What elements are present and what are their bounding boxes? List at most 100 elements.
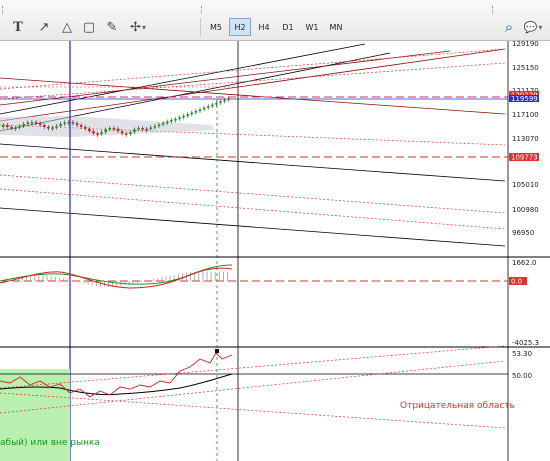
candle: [100, 132, 103, 134]
text-tool-icon[interactable]: T: [9, 18, 27, 36]
candle: [47, 126, 50, 129]
candle: [215, 103, 218, 105]
signal-marker: [215, 349, 219, 353]
brush-tool-icon[interactable]: ✎: [103, 18, 121, 36]
rsi-panel[interactable]: 53.30 50.00 Отрицательная область абый) …: [0, 345, 532, 461]
price-label: 105010: [512, 181, 539, 189]
candle: [211, 104, 214, 107]
level-price-tag: 109773: [511, 154, 538, 162]
candle: [14, 127, 17, 130]
arrow-tool-icon[interactable]: ↗: [35, 18, 53, 36]
candle: [137, 128, 140, 130]
candle: [96, 133, 99, 135]
timeframe-w1-button[interactable]: W1: [301, 18, 323, 36]
negative-zone-note: Отрицательная область: [400, 401, 515, 411]
candle: [2, 125, 5, 127]
candle: [26, 122, 30, 124]
candle: [178, 117, 181, 119]
shapes-tool-dropdown-icon[interactable]: ✢: [125, 18, 151, 36]
rsi-trendlines[interactable]: [0, 345, 506, 429]
timeframe-h4-button[interactable]: H4: [253, 18, 275, 36]
candle: [174, 119, 177, 121]
rsi-top-label: 53.30: [512, 350, 532, 358]
candle: [129, 132, 132, 134]
toolbar-grip[interactable]: [201, 6, 206, 14]
price-label: 125150: [512, 64, 539, 72]
candle: [202, 107, 206, 110]
candle: [194, 111, 198, 113]
candle: [84, 127, 87, 129]
candle: [92, 131, 95, 134]
candle: [22, 123, 25, 127]
candle: [149, 127, 153, 129]
price-label: 117100: [512, 111, 539, 119]
main-panel-bg: [0, 41, 508, 257]
price-label: 100980: [512, 206, 539, 214]
price-label: 96950: [512, 229, 534, 237]
candle: [79, 125, 83, 128]
candle: [207, 106, 210, 108]
candle: [34, 122, 38, 124]
bid-price-tag: 119599: [511, 95, 538, 103]
candle: [120, 131, 124, 134]
timeframe-d1-button[interactable]: D1: [277, 18, 299, 36]
timeframe-h2-button[interactable]: H2: [229, 18, 251, 36]
candle: [6, 125, 9, 127]
candle: [186, 114, 189, 116]
price-label: 129190: [512, 41, 539, 48]
candle: [190, 112, 194, 115]
candle: [88, 128, 91, 132]
timeframe-m5-button[interactable]: M5: [205, 18, 227, 36]
market-note: абый) или вне рынка: [0, 438, 100, 448]
chart-toolbar: T ↗ △ ▢ ✎ ✢ M5 H2 H4 D1 W1 MN ⌕ 💬: [0, 0, 550, 41]
candle: [145, 128, 148, 131]
candle: [227, 98, 230, 100]
candle: [30, 122, 34, 124]
price-axis-bg: [508, 41, 550, 461]
trading-terminal-window: T ↗ △ ▢ ✎ ✢ M5 H2 H4 D1 W1 MN ⌕ 💬: [0, 0, 550, 461]
candle: [133, 129, 136, 133]
timeframe-mn-button[interactable]: MN: [325, 18, 347, 36]
candle: [75, 123, 79, 126]
rectangle-tool-icon[interactable]: ▢: [80, 18, 98, 36]
candle: [104, 129, 107, 133]
candle: [161, 123, 165, 125]
candle: [63, 122, 66, 124]
candle: [43, 125, 46, 127]
macd-zero-tag: 0.0: [511, 278, 522, 286]
candle: [182, 115, 185, 118]
candle: [198, 109, 202, 111]
toolbar-grip[interactable]: [492, 6, 497, 14]
macd-panel[interactable]: 1662.0 0.0 -4025.3: [0, 259, 539, 347]
price-label: 113070: [512, 135, 539, 143]
candle: [59, 123, 62, 126]
candle: [170, 120, 173, 122]
candle: [157, 124, 161, 126]
candle: [55, 125, 58, 128]
candle: [10, 126, 13, 129]
candle: [51, 127, 54, 130]
candle: [38, 123, 42, 126]
chart-canvas[interactable]: 129190 125150 121170 117100 113070 10501…: [0, 41, 550, 461]
candle: [223, 99, 226, 102]
chat-icon[interactable]: 💬: [520, 18, 546, 36]
macd-bottom-label: -4025.3: [512, 339, 539, 347]
candle: [141, 128, 144, 130]
price-axis-labels: 129190 125150 121170 117100 113070 10501…: [512, 41, 539, 237]
candle: [112, 128, 116, 130]
search-icon[interactable]: ⌕: [500, 18, 518, 36]
candle: [153, 126, 157, 128]
candle: [125, 133, 128, 135]
chart-area[interactable]: 129190 125150 121170 117100 113070 10501…: [0, 41, 550, 461]
rsi-mid-label: 50.00: [512, 372, 532, 380]
triangle-tool-icon[interactable]: △: [58, 18, 76, 36]
candle: [71, 122, 75, 124]
candle: [18, 126, 21, 128]
toolbar-separator: [200, 18, 201, 36]
candle: [116, 128, 120, 132]
candle: [108, 128, 112, 130]
macd-top-label: 1662.0: [512, 259, 537, 267]
candle: [219, 101, 222, 103]
toolbar-grip[interactable]: [2, 6, 7, 14]
candle: [166, 121, 169, 123]
